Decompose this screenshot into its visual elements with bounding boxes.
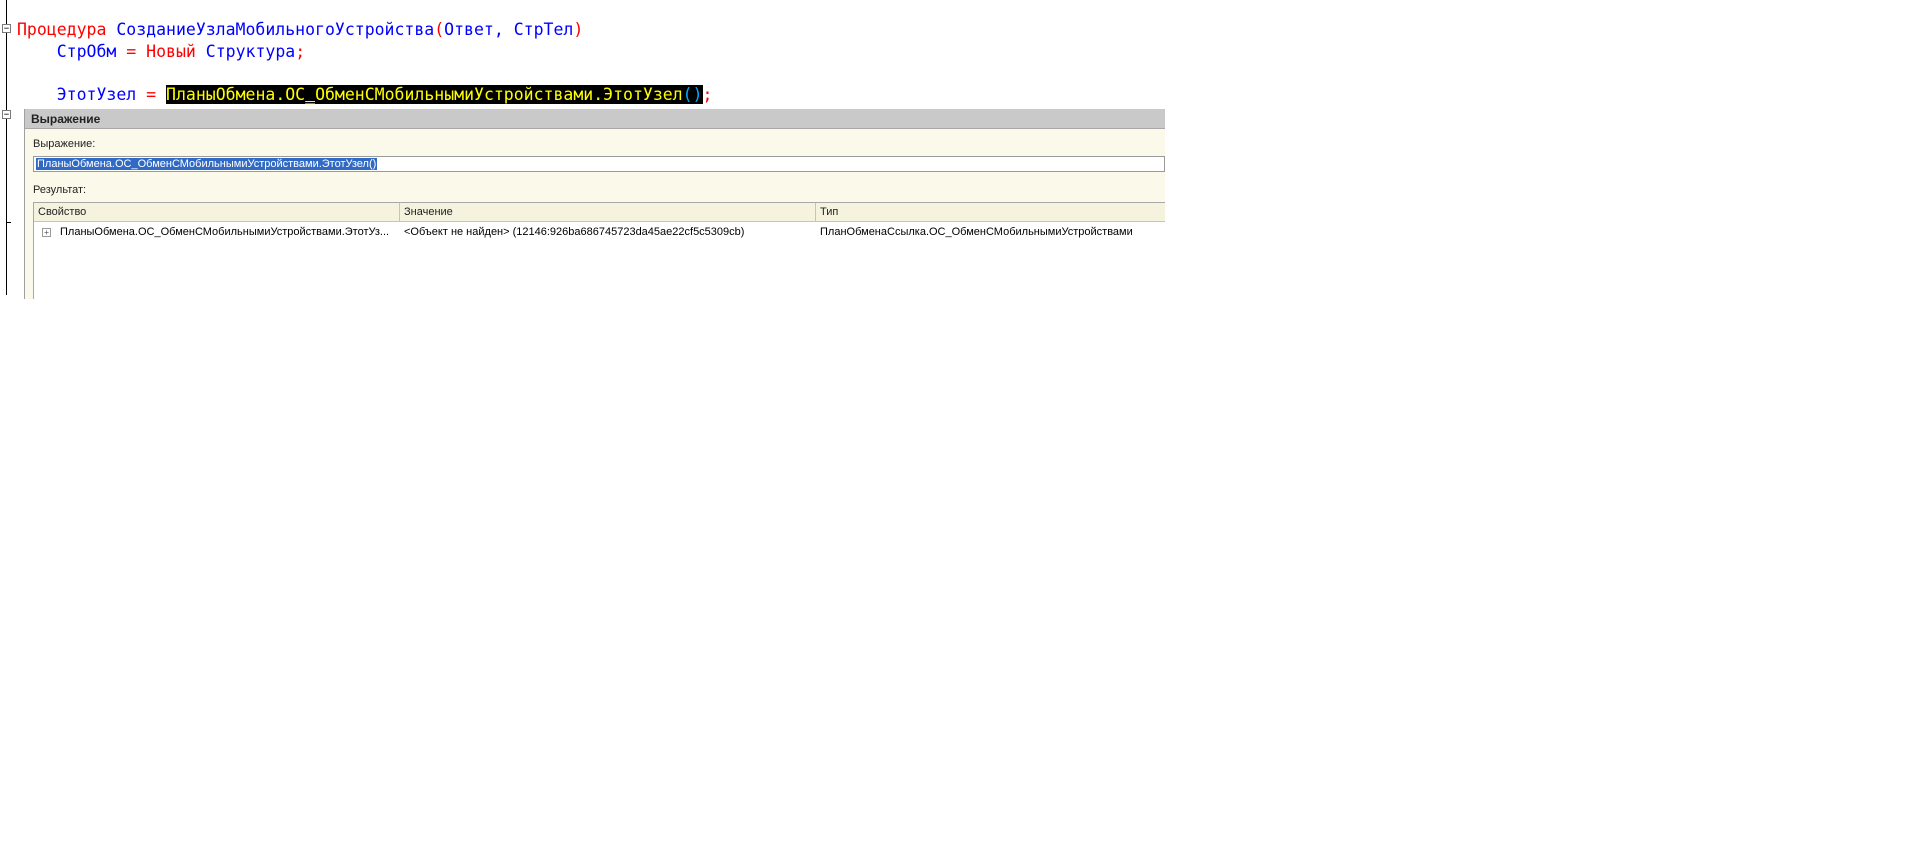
- expand-icon[interactable]: +: [42, 228, 51, 237]
- expression-dialog: Выражение Выражение: ПланыОбмена.ОС_Обме…: [24, 109, 1165, 299]
- result-table[interactable]: Свойство Значение Тип + ПланыОбмена.ОС_О…: [33, 202, 1165, 299]
- semicolon: ;: [702, 85, 713, 104]
- expression-label: Выражение:: [33, 138, 96, 150]
- row-type: ПланОбменаСсылка.ОС_ОбменСМобильнымиУстр…: [820, 226, 1133, 238]
- variable-name: ЭтотУзел: [56, 85, 137, 104]
- procedure-params: Ответ, СтрТел: [444, 20, 574, 39]
- code-line-1[interactable]: Процедура СозданиеУзлаМобильногоУстройст…: [17, 20, 583, 40]
- result-table-header: Свойство Значение Тип: [34, 203, 1165, 222]
- selected-expression-parens: (): [682, 85, 703, 104]
- column-header-value[interactable]: Значение: [400, 203, 816, 221]
- row-property: ПланыОбмена.ОС_ОбменСМобильнымиУстройств…: [60, 226, 390, 238]
- semicolon: ;: [295, 42, 306, 61]
- selected-expression-underscore: _: [305, 85, 316, 104]
- result-label: Результат:: [33, 184, 87, 196]
- assign-operator: =: [126, 42, 137, 61]
- row-value: <Объект не найден> (12146:926ba686745723…: [404, 226, 745, 238]
- open-paren: (: [434, 20, 445, 39]
- editor-gutter-line: [6, 0, 7, 295]
- new-keyword: Новый: [146, 42, 196, 61]
- variable-name: СтрОбм: [56, 42, 117, 61]
- column-header-type[interactable]: Тип: [816, 203, 1166, 221]
- collapse-icon[interactable]: −: [2, 110, 11, 120]
- selected-expression-part: ПланыОбмена.ОС: [166, 85, 306, 104]
- column-header-property[interactable]: Свойство: [34, 203, 400, 221]
- selected-expression-part: ОбменСМобильнымиУстройствами.ЭтотУзел: [315, 85, 683, 104]
- gutter-tick: [6, 222, 11, 223]
- dialog-title: Выражение: [25, 109, 1165, 129]
- expression-input[interactable]: ПланыОбмена.ОС_ОбменСМобильнымиУстройств…: [33, 156, 1165, 172]
- procedure-name: СозданиеУзлаМобильногоУстройства: [116, 20, 435, 39]
- close-paren: ): [573, 20, 584, 39]
- assign-operator: =: [146, 85, 157, 104]
- procedure-keyword: Процедура: [17, 20, 107, 39]
- code-line-2[interactable]: СтрОбм = Новый Структура;: [17, 42, 305, 62]
- type-name: Структура: [205, 42, 296, 61]
- collapse-icon[interactable]: −: [2, 24, 11, 34]
- expression-input-value: ПланыОбмена.ОС_ОбменСМобильнымиУстройств…: [36, 158, 378, 170]
- code-line-3[interactable]: ЭтотУзел = ПланыОбмена.ОС_ОбменСМобильны…: [17, 85, 712, 105]
